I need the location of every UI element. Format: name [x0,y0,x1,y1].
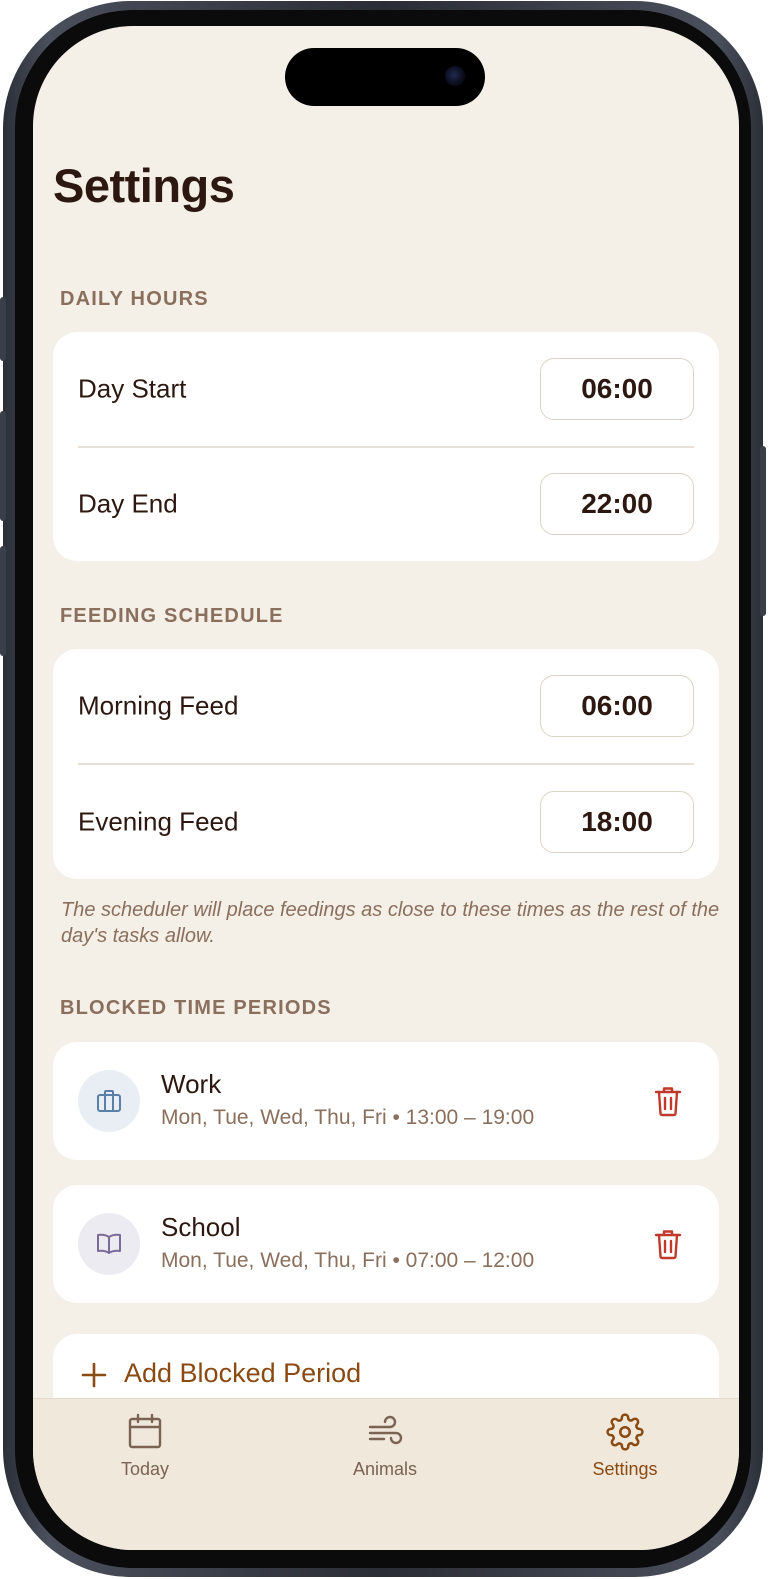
volume-up-button [0,411,6,521]
trash-icon[interactable] [653,1228,683,1260]
blocked-period-detail: Mon, Tue, Wed, Thu, Fri • 07:00 – 12:00 [161,1249,535,1272]
plus-icon [81,1362,107,1388]
wind-icon [368,1415,403,1445]
evening-feed-time-button[interactable]: 18:00 [540,791,694,853]
tab-bar: Today Animals Settings [33,1398,739,1550]
section-label-daily-hours: DAILY HOURS [60,288,209,310]
tab-settings[interactable]: Settings [565,1413,685,1480]
morning-feed-time-button[interactable]: 06:00 [540,675,694,737]
morning-feed-label: Morning Feed [78,690,239,721]
blocked-period-detail: Mon, Tue, Wed, Thu, Fri • 13:00 – 19:00 [161,1106,535,1129]
briefcase-icon [78,1070,140,1132]
section-label-blocked-periods: BLOCKED TIME PERIODS [60,997,332,1019]
blocked-period-name: Work [161,1069,222,1099]
blocked-period-work[interactable]: Work Mon, Tue, Wed, Thu, Fri • 13:00 – 1… [53,1042,719,1160]
day-start-label: Day Start [78,373,187,404]
dynamic-island [285,48,485,106]
tab-settings-label: Settings [592,1459,658,1479]
book-icon [78,1213,140,1275]
blocked-period-name: School [161,1212,241,1242]
page-title: Settings [53,159,235,212]
morning-feed-row: Morning Feed 06:00 [78,649,694,763]
evening-feed-label: Evening Feed [78,806,239,837]
day-end-label: Day End [78,488,178,519]
volume-down-button [0,546,6,656]
tab-today[interactable]: Today [85,1413,205,1480]
day-start-row: Day Start 06:00 [78,332,694,446]
day-end-time-button[interactable]: 22:00 [540,473,694,535]
day-end-row: Day End 22:00 [78,447,694,561]
camera-icon [445,66,465,86]
feeding-note: The scheduler will place feedings as clo… [61,899,720,947]
day-start-time-button[interactable]: 06:00 [540,358,694,420]
tab-animals[interactable]: Animals [325,1413,445,1480]
phone-frame: Settings DAILY HOURS Day Start 06:00 Day… [0,1,766,1577]
add-blocked-period-label: Add Blocked Period [124,1358,362,1388]
screen: Settings DAILY HOURS Day Start 06:00 Day… [33,26,739,1550]
daily-hours-card: Day Start 06:00 Day End 22:00 [53,332,719,561]
blocked-period-school[interactable]: School Mon, Tue, Wed, Thu, Fri • 07:00 –… [53,1185,719,1303]
evening-feed-row: Evening Feed 18:00 [78,765,694,879]
section-label-feeding-schedule: FEEDING SCHEDULE [60,605,284,627]
action-button [0,297,6,361]
tab-animals-label: Animals [352,1459,418,1479]
tab-today-label: Today [120,1459,170,1479]
gear-icon [606,1413,644,1451]
power-button [760,446,766,616]
trash-icon[interactable] [653,1085,683,1117]
calendar-icon [128,1413,162,1449]
feeding-schedule-card: Morning Feed 06:00 Evening Feed 18:00 [53,649,719,879]
